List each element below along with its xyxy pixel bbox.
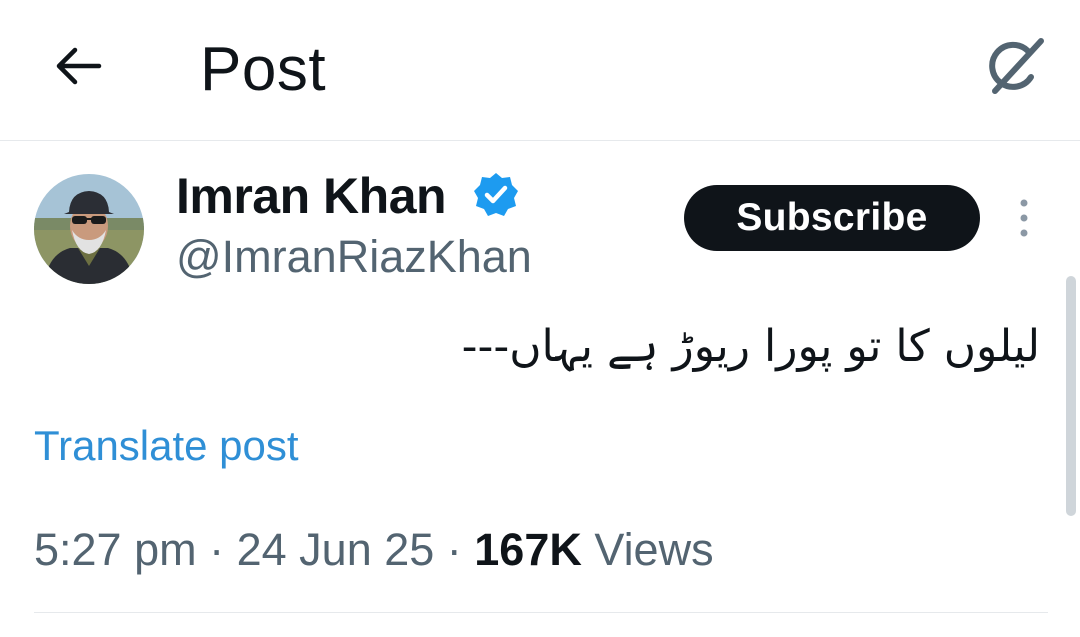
more-vertical-icon <box>1020 199 1028 237</box>
translate-post-link[interactable]: Translate post <box>34 420 299 472</box>
post-meta: 5:27 pm · 24 Jun 25 · 167K Views <box>34 522 714 578</box>
back-button[interactable] <box>48 36 108 96</box>
page-title: Post <box>200 35 327 104</box>
verified-badge-icon <box>474 173 518 216</box>
author-name[interactable]: Imran Khan <box>176 168 447 224</box>
meta-separator: · <box>434 524 475 575</box>
meta-separator: · <box>196 524 237 575</box>
views-count: 167K <box>474 524 582 575</box>
arrow-left-icon <box>56 47 102 85</box>
author-handle[interactable]: @ImranRiazKhan <box>176 231 532 283</box>
post-time[interactable]: 5:27 pm <box>34 524 197 575</box>
post-text: لیلوں کا تو پورا ریوڑ ہے یہاں--- <box>461 321 1040 372</box>
subscribe-button[interactable]: Subscribe <box>684 185 980 251</box>
post-date[interactable]: 24 Jun 25 <box>237 524 435 575</box>
top-bar: Post <box>0 0 1080 141</box>
divider <box>34 612 1048 613</box>
views-label: Views <box>581 524 714 575</box>
grok-icon <box>989 38 1044 94</box>
scrollbar[interactable] <box>1066 276 1076 516</box>
more-options-button[interactable] <box>1004 194 1044 242</box>
avatar[interactable] <box>34 174 144 284</box>
grok-button[interactable] <box>978 30 1050 102</box>
